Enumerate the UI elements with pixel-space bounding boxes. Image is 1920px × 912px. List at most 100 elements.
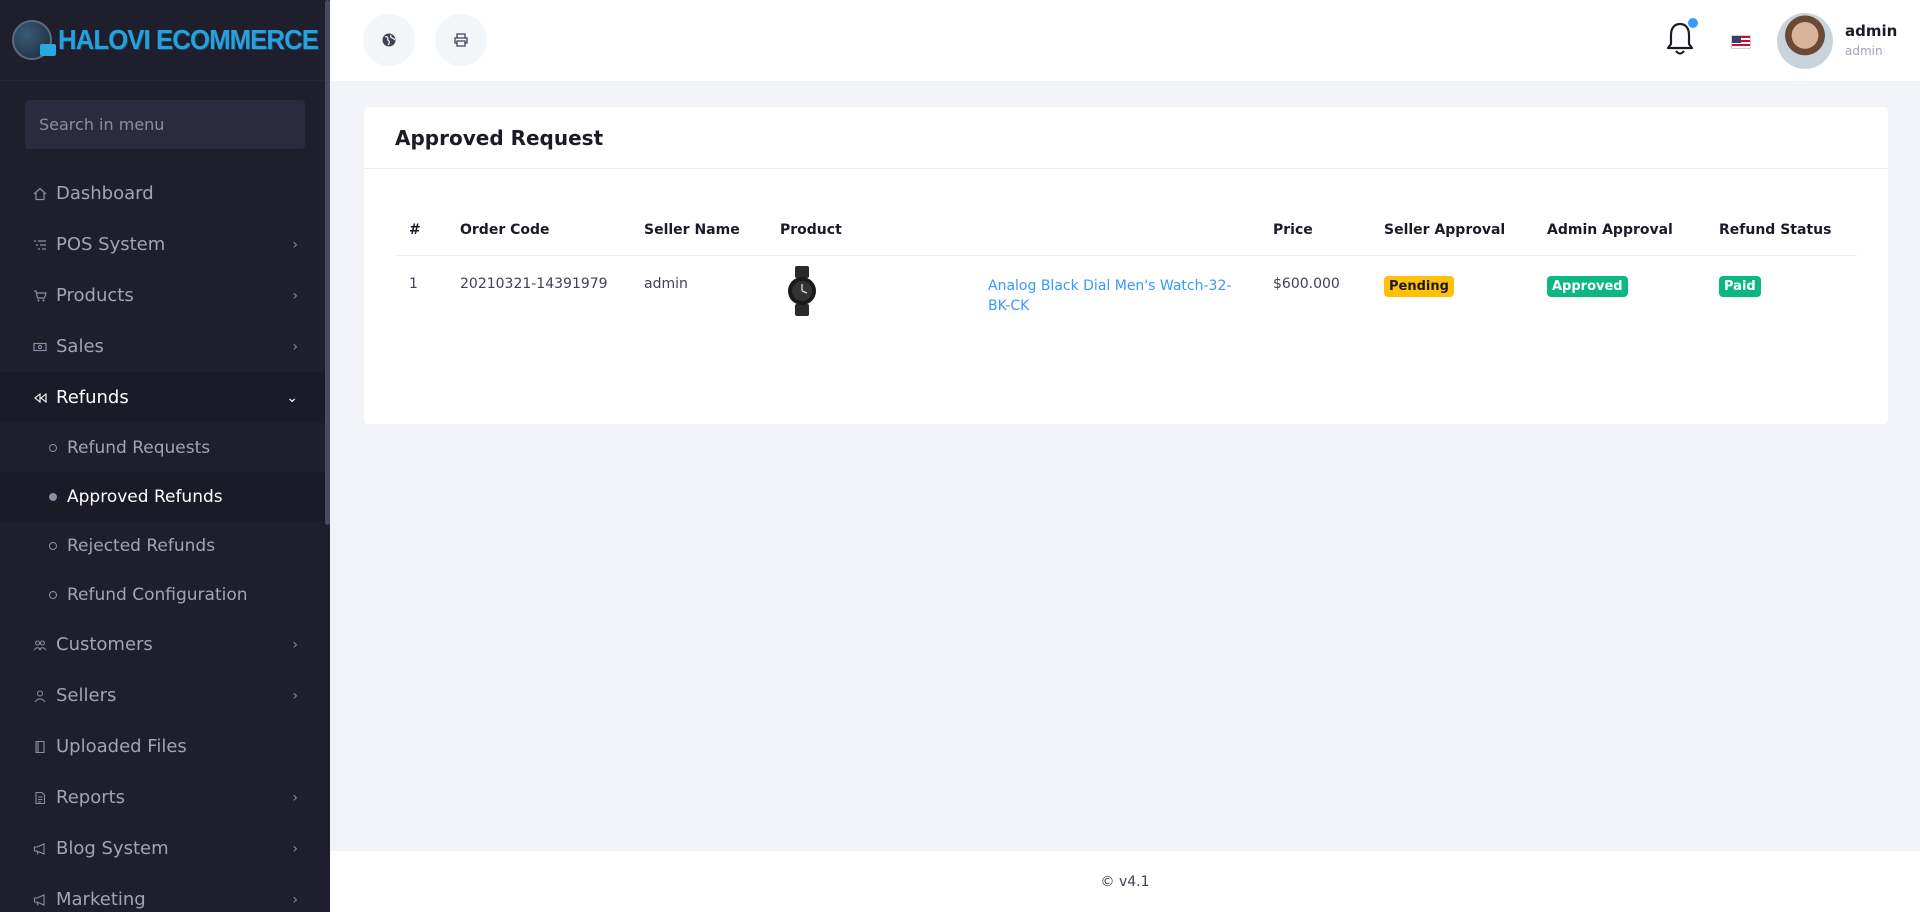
sidebar-item-refunds[interactable]: Refunds ⌄ — [0, 372, 330, 423]
sidebar-subitem-label: Approved Refunds — [67, 486, 223, 507]
refund-table: # Order Code Seller Name Product Price S… — [395, 205, 1857, 340]
status-badge-pending: Pending — [1384, 275, 1454, 297]
user-name[interactable]: admin — [1845, 22, 1897, 40]
refund-status-cell: Paid — [1705, 255, 1857, 340]
folder-icon — [32, 739, 48, 755]
sidebar-item-label: Refunds — [56, 387, 129, 408]
sidebar-item-label: Products — [56, 285, 134, 306]
us-flag-icon[interactable] — [1731, 35, 1751, 49]
notification-dot — [1688, 18, 1698, 28]
topbar: admin admin — [330, 0, 1920, 81]
sidebar-item-pos-system[interactable]: POS System › — [0, 219, 330, 270]
sidebar-item-label: Uploaded Files — [56, 736, 187, 757]
money-icon — [32, 339, 48, 355]
user-role: admin — [1845, 44, 1883, 58]
seller-approval-cell: Pending — [1370, 255, 1533, 340]
sidebar-subitem-rejected-refunds[interactable]: Rejected Refunds — [0, 521, 330, 570]
megaphone-icon — [32, 841, 48, 857]
product-thumbnail-cell — [766, 255, 974, 340]
chevron-right-icon: › — [292, 636, 298, 653]
sidebar-item-customers[interactable]: Customers › — [0, 619, 330, 670]
user-icon — [32, 688, 48, 704]
row-index: 1 — [409, 275, 418, 292]
column-header-index: # — [395, 205, 446, 256]
bullet-icon — [49, 492, 57, 501]
order-code: 20210321-14391979 — [460, 275, 608, 292]
status-badge-approved: Approved — [1547, 275, 1628, 297]
sidebar-item-uploaded-files[interactable]: Uploaded Files — [0, 721, 330, 772]
sidebar-item-label: POS System — [56, 234, 166, 255]
list-icon — [32, 237, 48, 253]
admin-approval-cell: Approved — [1533, 255, 1705, 340]
chevron-right-icon: › — [292, 789, 298, 806]
globe-icon — [382, 33, 396, 47]
sidebar-item-label: Dashboard — [56, 183, 154, 204]
sidebar: HALOVI ECOMMERCE CMS Dashboard POS Syste… — [0, 0, 330, 912]
sidebar-item-label: Marketing — [56, 889, 146, 910]
sidebar-item-reports[interactable]: Reports › — [0, 772, 330, 823]
column-header-seller-approval: Seller Approval — [1370, 205, 1533, 256]
card-header: Approved Request — [364, 107, 1888, 169]
column-header-product-name — [974, 205, 1259, 256]
sidebar-subitem-label: Refund Configuration — [67, 584, 248, 605]
sidebar-item-dashboard[interactable]: Dashboard — [0, 168, 330, 219]
chevron-right-icon: › — [292, 891, 298, 908]
price: $600.000 — [1273, 275, 1340, 292]
backward-icon — [32, 390, 48, 406]
globe-cart-logo-icon — [12, 20, 56, 60]
chevron-right-icon: › — [292, 236, 298, 253]
seller-name: admin — [644, 275, 688, 292]
column-header-seller-name: Seller Name — [630, 205, 766, 256]
sidebar-subitem-refund-configuration[interactable]: Refund Configuration — [0, 570, 330, 619]
sidebar-item-marketing[interactable]: Marketing › — [0, 874, 330, 912]
sidebar-item-label: Sellers — [56, 685, 117, 706]
approved-request-card: Approved Request # Order Code Seller Nam… — [364, 107, 1888, 424]
brand-logo[interactable]: HALOVI ECOMMERCE CMS — [0, 0, 330, 81]
status-badge-paid: Paid — [1719, 275, 1761, 297]
column-header-refund-status: Refund Status — [1705, 205, 1857, 256]
menu-search-input[interactable] — [39, 115, 305, 134]
bullet-icon — [49, 590, 57, 599]
sidebar-item-label: Blog System — [56, 838, 169, 859]
printer-icon — [454, 33, 468, 47]
column-header-product: Product — [766, 205, 974, 256]
product-name-cell: Analog Black Dial Men's Watch-32-BK-CK — [974, 255, 1259, 340]
footer: © v4.1 — [330, 851, 1920, 912]
chevron-right-icon: › — [292, 687, 298, 704]
sidebar-item-label: Customers — [56, 634, 153, 655]
cart-icon — [32, 288, 48, 304]
sidebar-item-sellers[interactable]: Sellers › — [0, 670, 330, 721]
version-label: © v4.1 — [1100, 873, 1150, 890]
bullet-icon — [49, 443, 57, 452]
sidebar-subitem-refund-requests[interactable]: Refund Requests — [0, 423, 330, 472]
product-link[interactable]: Analog Black Dial Men's Watch-32-BK-CK — [988, 278, 1231, 314]
table-header-row: # Order Code Seller Name Product Price S… — [395, 205, 1857, 256]
menu-search-box[interactable] — [25, 100, 305, 149]
sidebar-item-label: Reports — [56, 787, 126, 808]
column-header-admin-approval: Admin Approval — [1533, 205, 1705, 256]
chevron-right-icon: › — [292, 338, 298, 355]
chevron-down-icon: ⌄ — [286, 389, 298, 406]
avatar[interactable] — [1777, 13, 1833, 69]
visit-site-button[interactable] — [363, 14, 415, 66]
chevron-right-icon: › — [292, 287, 298, 304]
sidebar-item-products[interactable]: Products › — [0, 270, 330, 321]
column-header-order-code: Order Code — [446, 205, 630, 256]
sidebar-item-blog-system[interactable]: Blog System › — [0, 823, 330, 874]
sidebar-item-sales[interactable]: Sales › — [0, 321, 330, 372]
bullhorn-icon — [32, 892, 48, 908]
sidebar-subitem-label: Refund Requests — [67, 437, 211, 458]
file-icon — [32, 790, 48, 806]
brand-name: HALOVI ECOMMERCE CMS — [58, 24, 330, 55]
column-header-price: Price — [1259, 205, 1370, 256]
watch-product-image — [788, 265, 816, 316]
print-button[interactable] — [435, 14, 487, 66]
chevron-right-icon: › — [292, 840, 298, 857]
sidebar-subitem-approved-refunds[interactable]: Approved Refunds — [0, 472, 330, 521]
sidebar-nav: Dashboard POS System › Products › Sales … — [0, 168, 330, 912]
bullet-icon — [49, 541, 57, 550]
sidebar-subitem-label: Rejected Refunds — [67, 535, 216, 556]
sidebar-item-label: Sales — [56, 336, 104, 357]
table-row: 1 20210321-14391979 admin Analog Black D… — [395, 255, 1857, 340]
page-title: Approved Request — [395, 125, 604, 150]
